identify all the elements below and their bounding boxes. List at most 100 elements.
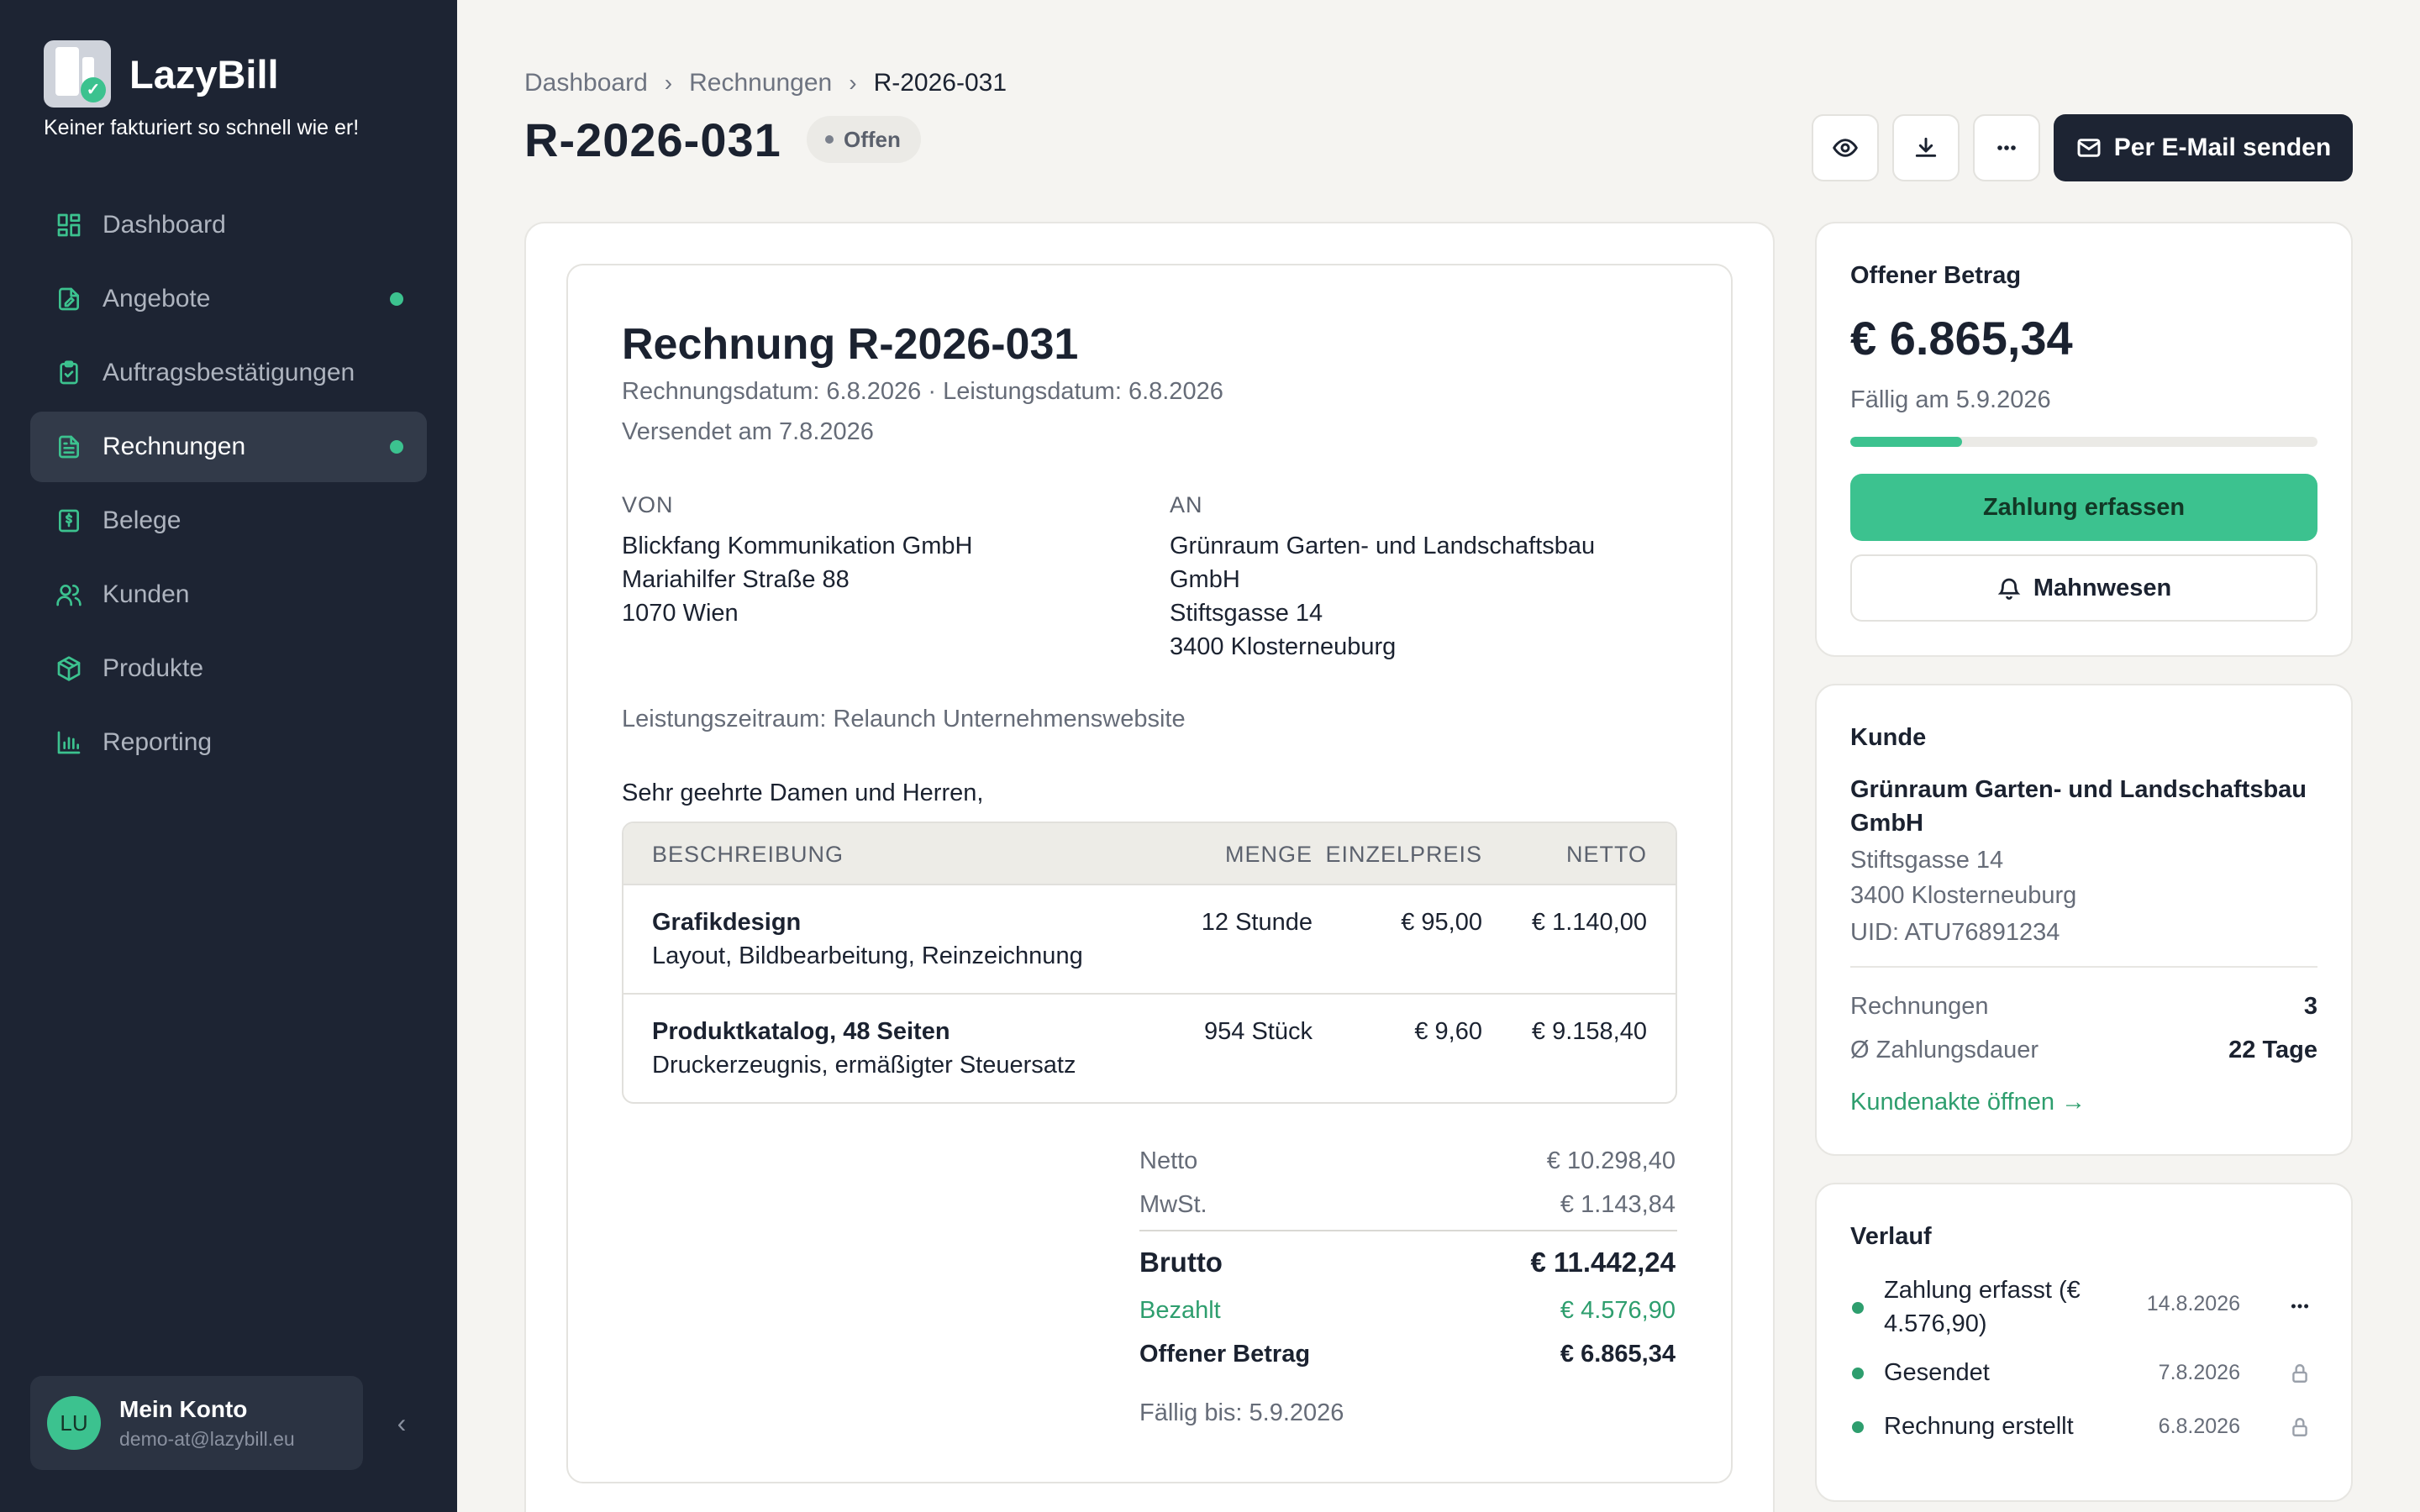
app-name: LazyBill xyxy=(129,51,279,97)
status-dot xyxy=(1852,1302,1864,1314)
sidebar-item-rechnungen[interactable]: Rechnungen xyxy=(30,412,427,482)
column-header: BESCHREIBUNG xyxy=(652,842,844,867)
sidebar-item-label: Auftragsbestätigungen xyxy=(103,359,355,386)
open-amount-card: Offener Betrag € 6.865,34 Fällig am 5.9.… xyxy=(1815,222,2353,657)
sender-address: Blickfang Kommunikation GmbH Mariahilfer… xyxy=(622,533,973,627)
table-row: Grafikdesign Layout, Bildbearbeitung, Re… xyxy=(623,885,1676,995)
sidebar-item-label: Angebote xyxy=(103,285,211,312)
line-items-table: BESCHREIBUNG MENGE EINZELPREIS NETTO Gra… xyxy=(622,822,1677,1104)
open-amount: € 6.865,34 xyxy=(1850,312,2073,365)
bell-icon xyxy=(1997,578,2021,600)
sidebar-item-label: Dashboard xyxy=(103,211,226,239)
sidebar-item-label: Kunden xyxy=(103,580,190,608)
column-header: EINZELPREIS xyxy=(1325,842,1482,867)
breadcrumb: Dashboard › Rechnungen › R-2026-031 xyxy=(524,69,1007,97)
invoice-icon xyxy=(54,432,84,462)
customer-card: Kunde Grünraum Garten- und Landschaftsba… xyxy=(1815,684,2353,1156)
app-tagline: Keiner fakturiert so schnell wie er! xyxy=(44,116,360,139)
account-email: demo-at@lazybill.eu xyxy=(119,1427,295,1450)
sidebar-item-label: Belege xyxy=(103,507,182,534)
customer-name: Grünraum Garten- und Landschaftsbau GmbH xyxy=(1850,776,2307,837)
sidebar-item-label: Reporting xyxy=(103,728,213,756)
sidebar-item-kunden[interactable]: Kunden xyxy=(30,559,427,630)
breadcrumb-link-dashboard[interactable]: Dashboard xyxy=(524,69,648,97)
column-header: MENGE xyxy=(1224,842,1313,867)
chevron-right-icon: › xyxy=(664,70,673,96)
mail-icon xyxy=(2077,139,2101,157)
table-header: BESCHREIBUNG MENGE EINZELPREIS NETTO xyxy=(623,823,1676,885)
package-icon xyxy=(54,654,84,684)
more-icon[interactable] xyxy=(2287,1294,2312,1319)
customer-street: Stiftsgasse 14 xyxy=(1850,847,2004,874)
customer-uid: UID: ATU76891234 xyxy=(1850,919,2060,946)
payment-progress-bar xyxy=(1850,437,2317,447)
status-badge: Offen xyxy=(807,116,921,163)
dashboard-icon xyxy=(54,210,84,240)
chevron-right-icon: › xyxy=(849,70,857,96)
service-period: Leistungszeitraum: Relaunch Unternehmens… xyxy=(622,706,1186,732)
dunning-button[interactable]: Mahnwesen xyxy=(1850,554,2317,622)
logo-icon: ✓ xyxy=(44,40,111,108)
notification-dot xyxy=(390,292,403,306)
recipient-address: Grünraum Garten- und Landschaftsbau GmbH… xyxy=(1170,533,1596,660)
avatar: LU xyxy=(47,1396,101,1450)
download-icon xyxy=(1915,137,1937,157)
divider xyxy=(1850,966,2317,968)
table-row: Produktkatalog, 48 Seiten Druckerzeugnis… xyxy=(652,1018,1647,1079)
customer-city: 3400 Klosterneuburg xyxy=(1850,882,2077,909)
record-payment-button[interactable]: Zahlung erfassen xyxy=(1850,474,2317,541)
invoices-count-label: Rechnungen xyxy=(1850,993,1989,1020)
account-menu[interactable]: LU Mein Konto demo-at@lazybill.eu xyxy=(30,1376,363,1470)
download-button[interactable] xyxy=(1892,114,1960,181)
clipboard-check-icon xyxy=(54,358,84,388)
account-name: Mein Konto xyxy=(119,1395,248,1422)
sidebar-item-reporting[interactable]: Reporting xyxy=(30,707,427,778)
bar-chart-icon xyxy=(54,727,84,758)
breadcrumb-link-rechnungen[interactable]: Rechnungen xyxy=(689,69,832,97)
invoice-sent-date: Versendet am 7.8.2026 xyxy=(622,418,874,445)
lock-icon xyxy=(2287,1415,2312,1440)
sidebar-item-auftragsbestaetigungen[interactable]: Auftragsbestätigungen xyxy=(30,338,427,408)
sidebar-item-label: Rechnungen xyxy=(103,433,246,460)
card-title: Kunde xyxy=(1850,724,1927,751)
sidebar-item-produkte[interactable]: Produkte xyxy=(30,633,427,704)
divider xyxy=(1139,1230,1677,1231)
preview-button[interactable] xyxy=(1812,114,1879,181)
invoice-dates: Rechnungsdatum: 6.8.2026 · Leistungsdatu… xyxy=(622,378,1223,405)
offer-icon xyxy=(54,284,84,314)
collapse-sidebar-button[interactable]: ‹ xyxy=(385,1404,418,1441)
more-icon xyxy=(1997,145,2016,150)
column-header: NETTO xyxy=(1565,842,1647,867)
sidebar-item-belege[interactable]: Belege xyxy=(30,486,427,556)
lock-icon xyxy=(2287,1361,2312,1386)
greeting: Sehr geehrte Damen und Herren, xyxy=(622,780,984,806)
breadcrumb-current: R-2026-031 xyxy=(873,69,1007,97)
to-label: AN xyxy=(1170,492,1203,517)
receipt-icon xyxy=(54,506,84,536)
invoices-count: 3 xyxy=(2303,993,2317,1020)
from-label: VON xyxy=(622,492,674,517)
card-title: Offener Betrag xyxy=(1850,262,2022,289)
users-icon xyxy=(54,580,84,610)
sidebar-nav: Dashboard Angebote Auftragsbestätigungen… xyxy=(30,190,427,781)
payment-progress-fill xyxy=(1850,437,1963,447)
payment-duration: 22 Tage xyxy=(2228,1037,2317,1063)
status-dot xyxy=(1852,1421,1864,1433)
sidebar: ✓ LazyBill Keiner fakturiert so schnell … xyxy=(0,0,457,1512)
sidebar-item-label: Produkte xyxy=(103,654,204,682)
notification-dot xyxy=(390,440,403,454)
invoice-title: Rechnung R-2026-031 xyxy=(622,320,1079,369)
history-card: Verlauf Zahlung erfasst (€ 4.576,90) 14.… xyxy=(1815,1183,2353,1502)
send-email-button[interactable]: Per E-Mail senden xyxy=(2054,114,2353,181)
due-date: Fällig am 5.9.2026 xyxy=(1850,386,2051,413)
page-title: R-2026-031 xyxy=(524,113,781,166)
sidebar-item-dashboard[interactable]: Dashboard xyxy=(30,190,427,260)
open-customer-file-link[interactable]: Kundenakte öffnen → xyxy=(1850,1089,2086,1116)
status-dot xyxy=(1852,1368,1864,1379)
logo[interactable]: ✓ LazyBill xyxy=(44,40,279,108)
sidebar-item-angebote[interactable]: Angebote xyxy=(30,264,427,334)
card-title: Verlauf xyxy=(1850,1223,1932,1250)
eye-icon xyxy=(1833,139,1858,157)
more-actions-button[interactable] xyxy=(1973,114,2040,181)
payment-duration-label: Ø Zahlungsdauer xyxy=(1850,1037,2039,1063)
